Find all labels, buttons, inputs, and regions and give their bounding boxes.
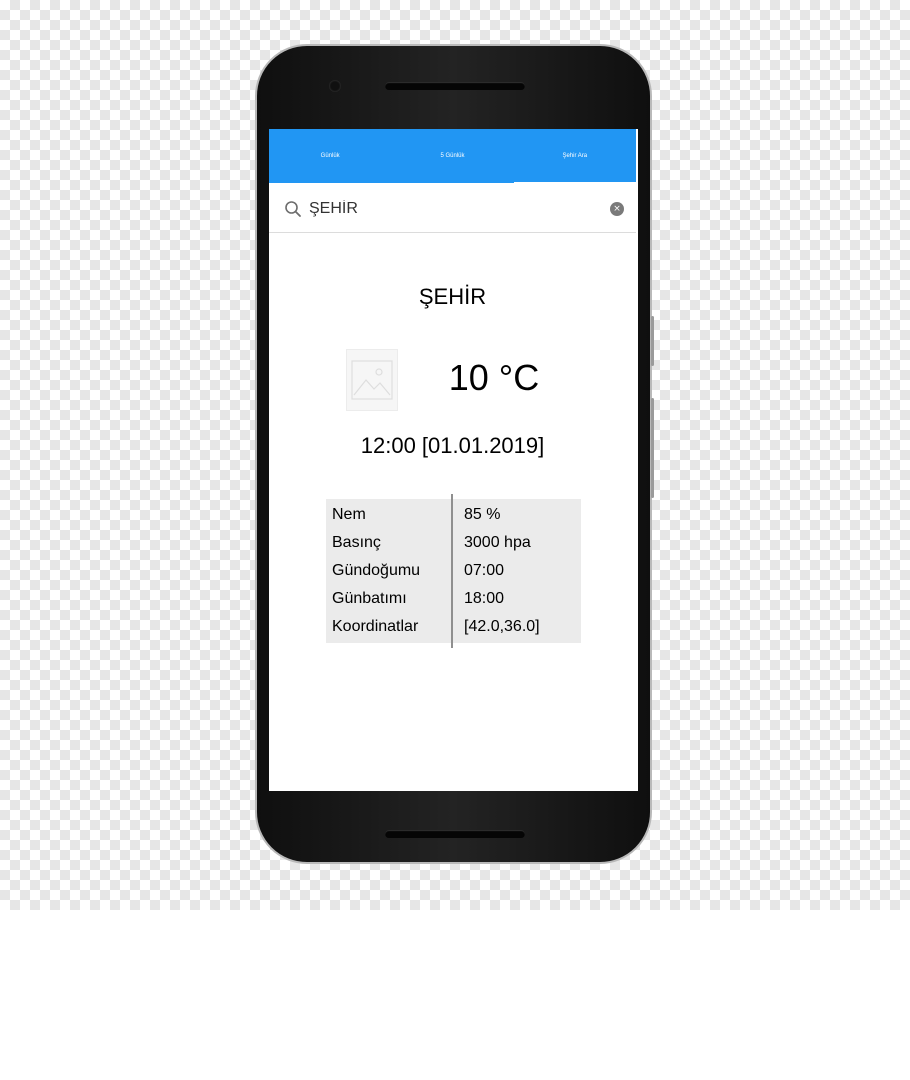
date-time: 12:00 [01.01.2019]: [360, 433, 545, 458]
earpiece-speaker: [385, 82, 525, 90]
humidity-label: Nem: [332, 506, 366, 523]
volume-button: [651, 316, 654, 366]
sunset-label: Günbatımı: [332, 590, 407, 607]
power-button: [651, 398, 654, 498]
sunrise-value: 07:00: [464, 562, 505, 579]
bottom-speaker: [385, 830, 525, 838]
coordinates-label: Koordinatlar: [332, 618, 419, 635]
search-icon[interactable]: [284, 200, 302, 218]
search-input[interactable]: [309, 195, 599, 223]
tab-5-day[interactable]: 5 Günlük: [391, 129, 513, 183]
tab-city-search[interactable]: Şehir Ara: [514, 129, 636, 183]
image-placeholder-icon: [346, 349, 398, 411]
table-row: Gündoğumu 07:00: [326, 557, 581, 585]
image-placeholder-glyph: [351, 360, 393, 400]
city-name: ŞEHİR: [418, 284, 487, 309]
clear-search-icon[interactable]: ×: [610, 202, 624, 216]
table-row: Nem 85 %: [326, 501, 581, 529]
coordinates-value: [42.0,36.0]: [464, 618, 540, 635]
humidity-value: 85 %: [464, 506, 501, 523]
table-row: Basınç 3000 hpa: [326, 529, 581, 557]
active-tab-indicator: [514, 182, 636, 184]
sunrise-label: Gündoğumu: [332, 562, 421, 579]
app-screen: Günlük 5 Günlük Şehir Ara × ŞEHİR 10 °C …: [269, 129, 638, 791]
pressure-value: 3000 hpa: [464, 534, 531, 551]
front-camera: [329, 80, 341, 92]
weather-details-table: Nem 85 % Basınç 3000 hpa Gündoğumu 07:00…: [326, 499, 581, 643]
table-row: Günbatımı 18:00: [326, 585, 581, 613]
temperature: 10 °C: [448, 357, 540, 398]
tab-bar: Günlük 5 Günlük Şehir Ara: [269, 129, 636, 183]
table-column-divider: [451, 494, 453, 648]
sunset-value: 18:00: [464, 590, 505, 607]
pressure-label: Basınç: [332, 534, 381, 551]
table-row: Koordinatlar [42.0,36.0]: [326, 613, 581, 641]
search-bar: ×: [269, 185, 636, 233]
tab-daily[interactable]: Günlük: [269, 129, 391, 183]
